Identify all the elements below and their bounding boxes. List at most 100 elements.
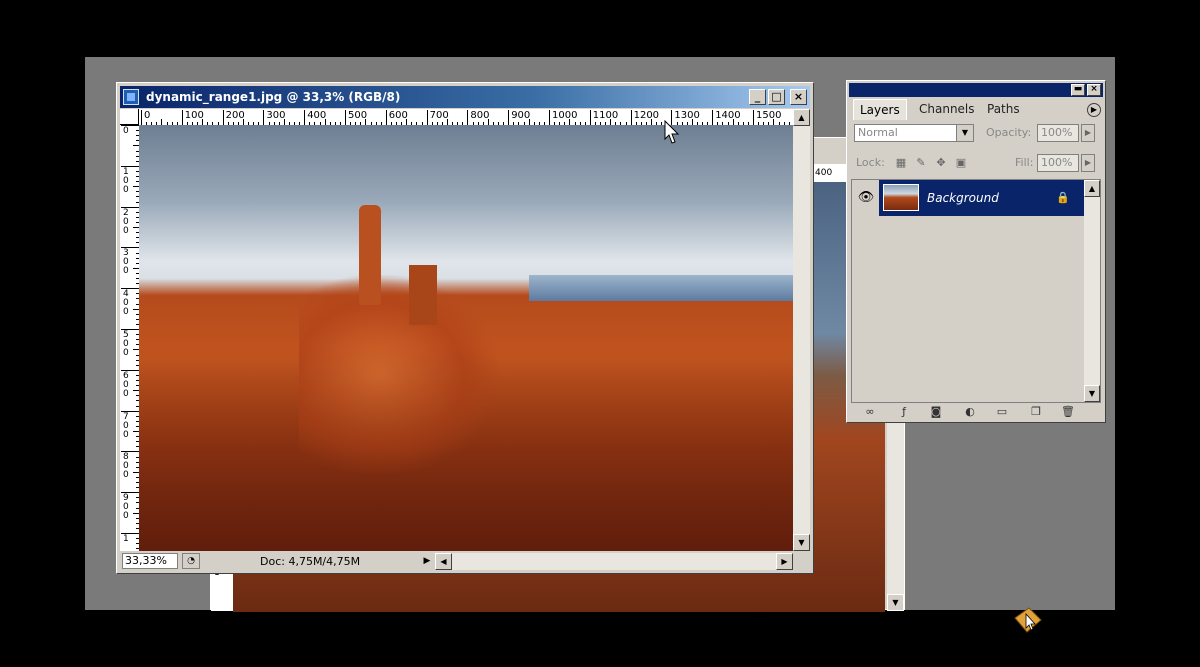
ruler-origin[interactable] — [120, 109, 139, 125]
lock-label: Lock: — [856, 156, 885, 169]
canvas-hoodoo — [359, 205, 381, 305]
cursor-shape — [664, 120, 680, 144]
document-window[interactable]: dynamic_range1.jpg @ 33,3% (RGB/8) _ □ ×… — [116, 82, 814, 574]
palette-minimize-button[interactable]: ▬ — [1071, 84, 1085, 96]
lock-position-icon[interactable]: ✥ — [934, 156, 948, 170]
background-vertical-ruler: 1 — [211, 568, 233, 611]
vertical-ruler[interactable]: 0 100 200 300 400 500 600 700 800 900 1 — [120, 125, 140, 551]
scroll-up-arrow-icon[interactable]: ▲ — [793, 109, 810, 126]
document-titlebar[interactable]: dynamic_range1.jpg @ 33,3% (RGB/8) _ □ × — [120, 86, 810, 108]
background-ruler-label: 400 — [811, 164, 847, 182]
ruler-label: 1100 — [592, 110, 619, 121]
ruler-tick — [589, 110, 591, 125]
ruler-label: 800 — [470, 110, 490, 121]
layers-palette[interactable]: ▬ × Layers Channels Paths ▶ Normal ▼ Opa… — [846, 80, 1106, 423]
fill-field[interactable]: 100% — [1037, 154, 1079, 172]
ruler-tick — [263, 110, 265, 125]
palette-close-button[interactable]: × — [1087, 84, 1101, 96]
status-popup-arrow-icon[interactable]: ▶ — [420, 553, 434, 569]
ruler-label: 1000 — [552, 110, 578, 121]
document-title: dynamic_range1.jpg @ 33,3% (RGB/8) — [146, 90, 401, 104]
ruler-label: 700 — [429, 110, 449, 121]
lock-icon: 🔒 — [1056, 191, 1070, 204]
zoom-field[interactable]: 33,33% — [122, 553, 178, 569]
ruler-tick — [181, 110, 183, 125]
ruler-label: 200 — [123, 207, 129, 236]
ruler-label: 800 — [123, 452, 129, 481]
scroll-down-arrow-icon[interactable]: ▼ — [887, 594, 904, 611]
ruler-label: 0 — [123, 126, 129, 136]
ruler-label: 300 — [123, 248, 129, 277]
ruler-label: 500 — [123, 330, 129, 358]
ruler-label: 600 — [123, 370, 129, 399]
vertical-scrollbar[interactable]: ▲ ▼ — [793, 109, 810, 551]
ruler-tick — [385, 110, 387, 125]
scroll-left-arrow-icon[interactable]: ◀ — [435, 553, 452, 570]
palette-menu-icon[interactable]: ▶ — [1087, 103, 1101, 117]
eye-icon[interactable]: 👁 — [854, 182, 878, 214]
ruler-tick — [426, 110, 428, 125]
horizontal-scrollbar[interactable]: ◀ ▶ — [435, 553, 793, 570]
watermark-cursor-icon — [1011, 604, 1045, 636]
canvas-distant-mountains — [529, 275, 793, 301]
watermark-shape — [1014, 607, 1042, 633]
folder-icon[interactable]: ▭ — [993, 405, 1011, 419]
ruler-tick — [630, 110, 632, 125]
ruler-label: 0 — [144, 110, 151, 121]
layer-name: Background — [927, 191, 999, 205]
ruler-label: 600 — [388, 110, 408, 121]
blend-mode-value: Normal — [858, 126, 898, 139]
opacity-slider-button[interactable]: ▶ — [1081, 124, 1095, 142]
layer-list[interactable]: 👁 Background 🔒 ▲ ▼ — [851, 179, 1101, 403]
lock-all-icon[interactable]: ▣ — [954, 156, 968, 170]
ruler-label: 400 — [123, 289, 129, 318]
ruler-tick — [141, 110, 142, 125]
new-layer-icon[interactable]: ❐ — [1027, 405, 1045, 419]
close-button[interactable]: × — [790, 89, 807, 105]
palette-titlebar[interactable]: ▬ × — [849, 83, 1103, 97]
lock-pixels-icon[interactable]: ✎ — [914, 156, 928, 170]
scroll-down-arrow-icon[interactable]: ▼ — [1084, 385, 1100, 402]
horizontal-ruler[interactable]: 0 100 200 300 400 500 600 700 800 900 1000 1100 1200… — [139, 109, 793, 126]
status-menu-icon[interactable]: ◔ — [182, 553, 200, 569]
scroll-up-arrow-icon[interactable]: ▲ — [1084, 180, 1100, 197]
layer-selected-background[interactable]: Background 🔒 — [879, 180, 1084, 216]
ruler-label: 1400 — [715, 110, 741, 121]
minimize-button[interactable]: _ — [749, 89, 766, 105]
fill-label: Fill: — [1015, 156, 1034, 169]
lock-transparency-icon[interactable]: ▦ — [894, 156, 908, 170]
ruler-label: 1500 — [756, 110, 782, 121]
layer-list-scrollbar[interactable]: ▲ ▼ — [1084, 180, 1100, 402]
layer-style-icon[interactable]: ƒ — [895, 405, 913, 419]
fill-slider-button[interactable]: ▶ — [1081, 154, 1095, 172]
ruler-label: 200 — [225, 110, 245, 121]
image-canvas[interactable] — [139, 125, 793, 551]
opacity-field[interactable]: 100% — [1037, 124, 1079, 142]
ruler-tick — [467, 110, 469, 125]
tab-layers[interactable]: Layers — [853, 99, 907, 120]
ruler-tick — [304, 110, 306, 125]
mask-icon[interactable]: ◙ — [927, 405, 945, 419]
ruler-tick — [712, 110, 714, 125]
blend-mode-select[interactable]: Normal ▼ — [854, 124, 974, 142]
ruler-label: 700 — [123, 411, 129, 440]
trash-icon[interactable]: 🗑 — [1059, 405, 1077, 419]
blend-row: Normal ▼ Opacity: 100% ▶ — [851, 121, 1101, 145]
scroll-right-arrow-icon[interactable]: ▶ — [776, 553, 793, 570]
ruler-tick — [345, 110, 346, 125]
scroll-down-arrow-icon[interactable]: ▼ — [793, 534, 810, 551]
chevron-down-icon[interactable]: ▼ — [956, 125, 973, 141]
palette-tabs: Layers Channels Paths — [851, 99, 1101, 120]
layer-row[interactable]: 👁 Background 🔒 — [852, 180, 1088, 216]
layers-bottom-toolbar: ∞ ƒ ◙ ◐ ▭ ❐ 🗑 — [851, 403, 1101, 421]
link-icon[interactable]: ∞ — [861, 405, 879, 419]
doc-size-info[interactable]: Doc: 4,75M/4,75M — [260, 552, 360, 571]
status-bar: 33,33% ◔ Doc: 4,75M/4,75M ▶ ◀ ▶ — [120, 552, 810, 571]
canvas-shadow — [139, 345, 793, 551]
maximize-button[interactable]: □ — [768, 89, 785, 105]
ruler-label: 100 — [123, 166, 129, 195]
tab-channels[interactable]: Channels — [913, 99, 981, 119]
lock-row: Lock: ▦ ✎ ✥ ▣ Fill: 100% ▶ — [851, 151, 1101, 175]
tab-paths[interactable]: Paths — [981, 99, 1026, 119]
adjustment-icon[interactable]: ◐ — [961, 405, 979, 419]
